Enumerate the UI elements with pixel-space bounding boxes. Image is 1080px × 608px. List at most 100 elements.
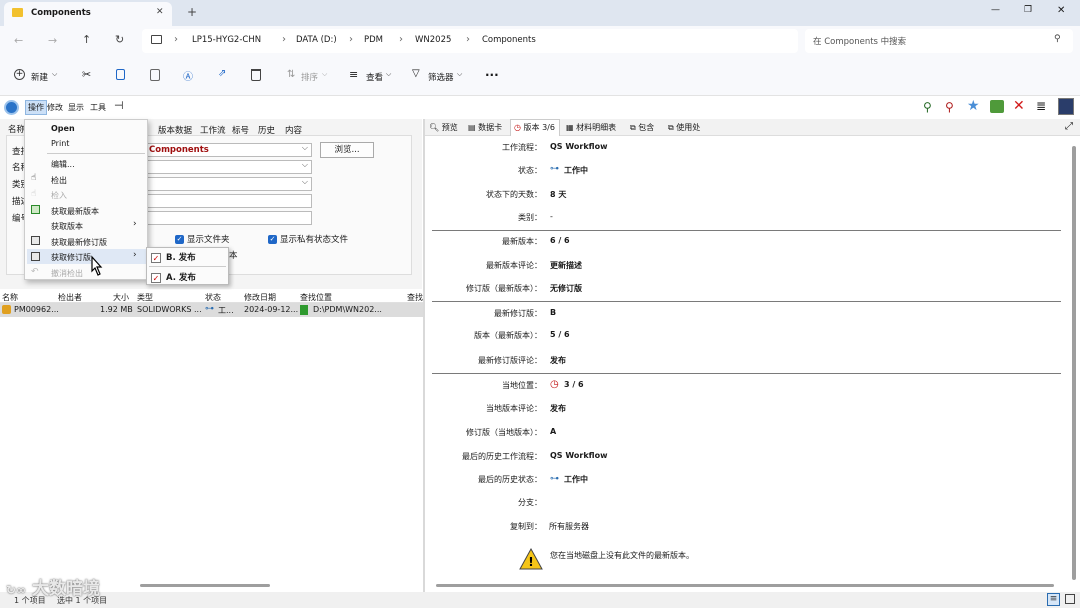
chevron-right-icon: › [174,34,178,45]
refresh-icon[interactable]: ↻ [115,33,124,46]
crumb-drive[interactable]: DATA (D:) [296,35,337,45]
user-icon[interactable] [1058,98,1074,115]
share-icon[interactable]: ⇗ [218,68,226,79]
filter-icon[interactable]: ▽ [412,68,420,79]
search-user-icon[interactable]: ⚲ [945,100,954,114]
computer-icon [151,35,162,44]
column-checked-out-by[interactable]: 检出者 [58,292,82,303]
horizontal-scrollbar[interactable] [140,584,270,587]
tab-components[interactable]: Components ✕ [4,2,172,26]
menu-tools[interactable]: 工具 [90,102,106,113]
description-field[interactable] [146,194,312,208]
menu-item-get-latest-revision[interactable]: 获取最新修订版 [51,237,107,248]
horizontal-scrollbar[interactable] [436,584,1054,587]
menu-item-checkin[interactable]: 检入 [51,190,67,201]
tab-bom[interactable]: ▦ 材料明细表 [566,122,616,133]
column-name[interactable]: 名称 [2,292,18,303]
property-value: A [550,427,557,436]
property-value: B [550,308,557,317]
minimize-icon[interactable]: — [991,5,1000,15]
menu-item-undo-checkout[interactable]: 撤消检出 [51,268,83,279]
menu-modify[interactable]: 修改 [47,102,63,113]
new-tab-button[interactable]: + [187,5,197,19]
category-dropdown[interactable] [146,177,312,191]
menu-item-print[interactable]: Print [51,139,69,148]
delete-icon[interactable]: ✕ [1013,98,1025,114]
up-icon[interactable]: ↑ [82,33,91,46]
paste-icon[interactable] [150,69,160,81]
menu-item-open[interactable]: Open [51,124,75,133]
checkbox-icon: ✓ [151,272,161,283]
menu-item-get-revision-label: 获取修订版 [51,253,91,262]
star-icon[interactable]: ★ [967,98,980,114]
submenu-item-b[interactable]: ✓ B. 发布 [151,251,196,263]
menu-actions[interactable]: 操作 [25,100,47,115]
show-folders-checkbox[interactable]: ✓ 显示文件夹 [175,233,230,245]
svg-text:!: ! [528,555,533,569]
maximize-icon[interactable]: ❐ [1024,5,1032,15]
column-find[interactable]: 查找 [407,292,423,303]
menu-item-checkout[interactable]: 检出 [51,175,67,186]
crumb-wn2025[interactable]: WN2025 [415,35,451,45]
delete-icon[interactable] [251,69,261,81]
expand-icon[interactable]: ⤢ [1065,121,1073,132]
tab-where-used[interactable]: ⧉ 使用处 [668,122,700,133]
rename-icon[interactable]: Ⓐ [183,68,193,83]
export-icon[interactable] [990,100,1004,113]
view-button[interactable]: 查看 [366,71,383,83]
tiles-view-icon[interactable] [1065,594,1075,604]
pin-icon[interactable]: ⊣ [114,99,124,112]
crumb-computer[interactable]: LP15-HYG2-CHN [192,35,261,45]
menu-display[interactable]: 显示 [68,102,84,113]
copy-icon[interactable] [116,69,125,80]
sort-icon[interactable]: ⇅ [287,69,295,80]
crumb-components[interactable]: Components [482,35,536,45]
vertical-scrollbar[interactable] [1072,146,1076,580]
menu-item-get-version[interactable]: 获取版本 [51,221,83,232]
sort-button[interactable]: 排序 [301,71,318,83]
panel-splitter[interactable] [423,119,425,608]
details-view-icon[interactable]: ≡ [1047,593,1060,606]
search-icon[interactable]: ⚲ [1054,34,1061,44]
list-search-icon[interactable]: ≣ [1036,99,1046,113]
cell-size: 1.92 MB [100,305,133,314]
search-icon[interactable]: ⚲ [923,100,932,114]
menu-item-edit[interactable]: 编辑... [51,159,75,170]
search-box[interactable]: 在 Components 中搜索 ⚲ [805,29,1073,53]
submenu-item-a[interactable]: ✓ A. 发布 [151,271,196,283]
tab-contains[interactable]: ⧉ 包含 [630,122,654,133]
column-modified[interactable]: 修改日期 [244,292,276,303]
column-type[interactable]: 类型 [137,292,153,303]
chevron-down-icon: ⌵ [386,70,392,78]
command-bar: + 新建 ⌵ ✂ Ⓐ ⇗ ⇅ 排序 ⌵ ≡ 查看 ⌵ ▽ 筛选器 ⌵ ··· [0,56,1080,96]
property-value: 3 / 6 [564,380,584,389]
tab-datacard[interactable]: ▤ 数据卡 [468,122,502,133]
folder-icon [12,8,23,17]
search-input[interactable]: 在 Components 中搜索 [813,35,906,47]
tab-preview[interactable]: 🔍︎ 预览 [429,122,458,133]
browse-button[interactable]: 浏览... [320,142,374,158]
table-row[interactable]: PM00962... 1.92 MB SOLIDWORKS ... ⊶ 工...… [0,303,423,317]
back-icon[interactable]: ← [14,34,23,47]
number-field[interactable] [146,211,312,225]
column-location[interactable]: 查找位置 [300,292,332,303]
column-size[interactable]: 大小 [113,292,129,303]
look-in-dropdown[interactable]: Components [146,143,312,157]
menu-item-get-latest[interactable]: 获取最新版本 [51,206,99,217]
filter-button[interactable]: 筛选器 [428,71,454,83]
show-private-checkbox[interactable]: ✓ 显示私有状态文件 [268,233,348,245]
cut-icon[interactable]: ✂ [82,68,91,81]
forward-icon[interactable]: → [48,34,57,47]
property-label: 最后的历史工作流程： [462,452,542,461]
column-state[interactable]: 状态 [205,292,221,303]
name-dropdown[interactable] [146,160,312,174]
breadcrumb[interactable]: › LP15-HYG2-CHN › DATA (D:) › PDM › WN20… [142,29,798,53]
close-window-icon[interactable]: ✕ [1057,5,1065,16]
more-button[interactable]: ··· [485,68,499,82]
submenu-label-b: B. 发布 [166,253,196,263]
new-button[interactable]: 新建 [31,71,48,83]
close-tab-icon[interactable]: ✕ [156,7,164,17]
new-icon[interactable]: + [14,69,25,80]
crumb-pdm[interactable]: PDM [364,35,383,45]
view-icon[interactable]: ≡ [349,68,358,81]
